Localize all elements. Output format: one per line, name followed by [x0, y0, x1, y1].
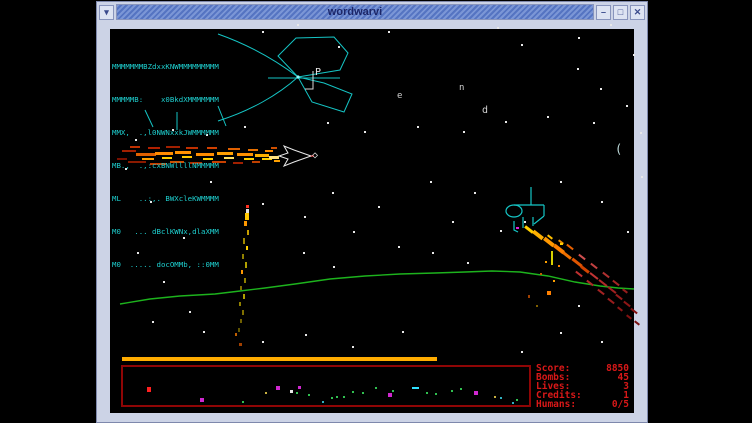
- ascii-line: MMMMMMMBZdxxKNWMMMMMMMMM: [112, 61, 219, 72]
- close-button[interactable]: ✕: [630, 5, 645, 20]
- ascii-line: MMMMMB: x0BkdXMMMMMMM: [112, 94, 219, 105]
- ascii-line: MB., .,:cxBNWllllNMMMMM: [112, 160, 219, 171]
- titlebar-stripes[interactable]: wordwarvi: [116, 4, 594, 20]
- window-titlebar: ▾ wordwarvi – □ ✕: [98, 3, 646, 21]
- minimize-button[interactable]: –: [596, 5, 611, 20]
- minimize-icon: –: [601, 8, 606, 17]
- humans-label: Humans:: [536, 400, 576, 409]
- close-icon: ✕: [634, 8, 642, 17]
- radar-minimap: [121, 365, 531, 407]
- maximize-button[interactable]: □: [613, 5, 628, 20]
- ascii-line: M0 ... dBclKWNx,dlaXMM: [112, 226, 219, 237]
- window-title: wordwarvi: [328, 6, 382, 18]
- chevron-down-icon: ▾: [104, 8, 109, 17]
- level-progress-bar: [122, 357, 437, 361]
- ascii-line: ML ..:,. BWXcleKWMMMM: [112, 193, 219, 204]
- hud-row-humans: Humans: 0/5: [536, 400, 629, 409]
- screen: ▾ wordwarvi – □ ✕: [0, 0, 752, 423]
- ascii-line: MMX, .,l0NWNxxkJWMMMMMM: [112, 127, 219, 138]
- window-menu-button[interactable]: ▾: [99, 5, 114, 20]
- maximize-icon: □: [618, 8, 623, 17]
- hud-panel: Score: 8850 Bombs: 45 Lives: 3 Credits: …: [536, 364, 629, 409]
- ascii-art-building: MMMMMMMBZdxxKNWMMMMMMMMM MMMMMB: x0BkdXM…: [112, 39, 219, 292]
- humans-value: 0/5: [612, 400, 629, 409]
- ascii-line: M0 ..... docOMMb, ::0MM: [112, 259, 219, 270]
